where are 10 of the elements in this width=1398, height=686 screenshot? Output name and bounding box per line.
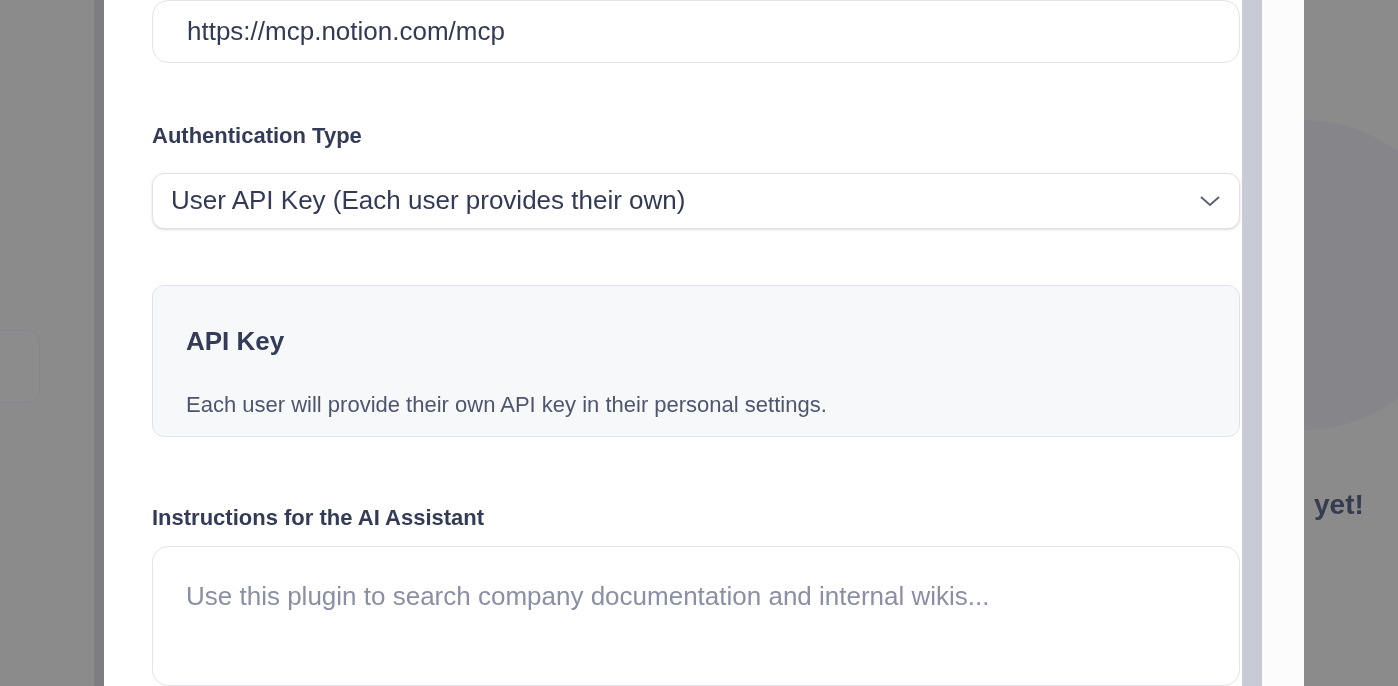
instructions-field[interactable]: Use this plugin to search company documentation and internal wikis...: [152, 546, 1240, 686]
empty-state-text: yet!: [1314, 488, 1364, 522]
authentication-select[interactable]: User API Key (Each user provides their own): [152, 172, 1240, 230]
field-label: Instructions for the AI Assistant: [152, 507, 485, 529]
url-field[interactable]: https://mcp.notion.com/mcp: [152, 0, 1240, 63]
panel-title: API Key: [186, 328, 285, 355]
field-label: Authentication Type: [152, 124, 362, 147]
panel-description: Each user will provide their own API key in their personal settings.: [186, 394, 827, 417]
scrollbar[interactable]: [1242, 0, 1262, 686]
chevron-down-icon: [1199, 194, 1221, 207]
